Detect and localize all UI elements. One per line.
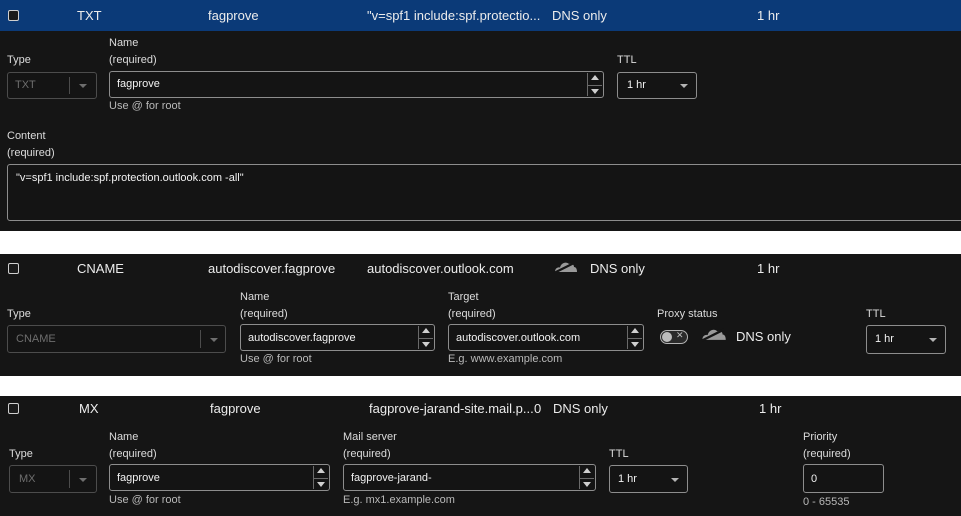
cname-row-type: CNAME xyxy=(77,261,124,276)
content-label: Content xyxy=(7,130,46,142)
type-select: TXT xyxy=(7,72,97,99)
name-label: Name xyxy=(109,431,139,443)
mx-row-checkbox[interactable] xyxy=(8,403,19,414)
mx-row-proxy: DNS only xyxy=(553,401,608,416)
proxy-status-value: DNS only xyxy=(736,329,791,344)
cname-row-proxy: DNS only xyxy=(590,261,645,276)
cname-row-name: autodiscover.fagprove xyxy=(208,261,336,276)
chevron-down-icon xyxy=(210,338,218,342)
toggle-icon xyxy=(662,332,672,342)
mx-record-panel: MX fagprove fagprove-jarand-site.mail.p.… xyxy=(0,396,961,516)
name-label: Name xyxy=(109,37,139,49)
mx-row-content: fagprove-jarand-site.mail.p... xyxy=(369,401,534,416)
priority-label: Priority xyxy=(803,431,838,443)
mx-row-ttl: 1 hr xyxy=(759,401,782,416)
chevron-down-icon xyxy=(929,338,937,342)
type-value: CNAME xyxy=(16,333,56,345)
ttl-value: 1 hr xyxy=(618,473,637,485)
priority-input[interactable]: 0 xyxy=(803,464,884,493)
spinner-icon[interactable] xyxy=(627,326,642,349)
mx-row-priority: 0 xyxy=(534,401,542,416)
mail-server-hint: E.g. mx1.example.com xyxy=(343,494,455,506)
txt-row-content: "v=spf1 include:spf.protectio... xyxy=(367,8,541,23)
ttl-label: TTL xyxy=(617,54,637,66)
type-label: Type xyxy=(7,308,31,320)
ttl-label: TTL xyxy=(866,308,886,320)
chevron-down-icon xyxy=(671,478,679,482)
name-value: autodiscover.fagprove xyxy=(248,332,356,344)
txt-record-panel: TXT fagprove "v=spf1 include:spf.protect… xyxy=(0,0,961,231)
txt-record-row[interactable]: TXT fagprove "v=spf1 include:spf.protect… xyxy=(0,0,961,31)
cname-record-panel: CNAME autodiscover.fagprove autodiscover… xyxy=(0,254,961,376)
chevron-down-icon xyxy=(79,478,87,482)
txt-row-proxy: DNS only xyxy=(552,8,607,23)
cloud-icon xyxy=(553,261,577,274)
ttl-select[interactable]: 1 hr xyxy=(866,325,946,354)
cloud-icon xyxy=(700,328,726,342)
target-hint: E.g. www.example.com xyxy=(448,353,563,365)
mail-server-label: Mail server xyxy=(343,431,397,443)
txt-row-ttl: 1 hr xyxy=(757,8,780,23)
priority-required: (required) xyxy=(803,448,851,460)
target-value: autodiscover.outlook.com xyxy=(456,332,581,344)
mx-row-type: MX xyxy=(79,401,99,416)
type-value: TXT xyxy=(15,79,36,91)
name-hint: Use @ for root xyxy=(109,494,181,506)
content-textarea[interactable]: "v=spf1 include:spf.protection.outlook.c… xyxy=(7,164,961,221)
spinner-icon[interactable] xyxy=(587,73,602,96)
cname-row-ttl: 1 hr xyxy=(757,261,780,276)
type-select: CNAME xyxy=(7,325,226,353)
ttl-value: 1 hr xyxy=(627,79,646,91)
type-value: MX xyxy=(19,473,36,485)
name-input[interactable]: fagprove xyxy=(109,71,604,98)
name-label: Name xyxy=(240,291,270,303)
name-required: (required) xyxy=(240,308,288,320)
name-input[interactable]: autodiscover.fagprove xyxy=(240,324,435,351)
priority-value: 0 xyxy=(811,473,818,485)
mail-server-required: (required) xyxy=(343,448,391,460)
type-select: MX xyxy=(9,465,97,493)
type-label: Type xyxy=(7,54,31,66)
mail-server-value: fagprove-jarand- xyxy=(351,472,432,484)
chevron-down-icon xyxy=(79,84,87,88)
priority-hint: 0 - 65535 xyxy=(803,496,850,508)
txt-row-checkbox[interactable] xyxy=(8,10,19,21)
ttl-select[interactable]: 1 hr xyxy=(609,465,688,493)
name-hint: Use @ for root xyxy=(109,100,181,112)
target-required: (required) xyxy=(448,308,496,320)
ttl-select[interactable]: 1 hr xyxy=(617,72,697,99)
cname-row-content: autodiscover.outlook.com xyxy=(367,261,514,276)
txt-row-name: fagprove xyxy=(208,8,259,23)
txt-row-type: TXT xyxy=(77,8,102,23)
name-required: (required) xyxy=(109,54,157,66)
ttl-value: 1 hr xyxy=(875,333,894,345)
name-value: fagprove xyxy=(117,78,160,90)
name-input[interactable]: fagprove xyxy=(109,464,330,491)
chevron-down-icon xyxy=(680,84,688,88)
target-input[interactable]: autodiscover.outlook.com xyxy=(448,324,644,351)
spinner-icon[interactable] xyxy=(579,466,594,489)
spinner-icon[interactable] xyxy=(418,326,433,349)
ttl-label: TTL xyxy=(609,448,629,460)
content-value: "v=spf1 include:spf.protection.outlook.c… xyxy=(16,172,244,184)
name-hint: Use @ for root xyxy=(240,353,312,365)
type-label: Type xyxy=(9,448,33,460)
mx-row-name: fagprove xyxy=(210,401,261,416)
content-required: (required) xyxy=(7,147,55,159)
cname-record-row[interactable]: CNAME autodiscover.fagprove autodiscover… xyxy=(0,254,961,284)
target-label: Target xyxy=(448,291,479,303)
cname-row-checkbox[interactable] xyxy=(8,263,19,274)
name-required: (required) xyxy=(109,448,157,460)
spinner-icon[interactable] xyxy=(313,466,328,489)
name-value: fagprove xyxy=(117,472,160,484)
mx-record-row[interactable]: MX fagprove fagprove-jarand-site.mail.p.… xyxy=(0,396,961,424)
mail-server-input[interactable]: fagprove-jarand- xyxy=(343,464,596,491)
proxy-status-label: Proxy status xyxy=(657,308,718,320)
proxy-toggle[interactable]: ✕ xyxy=(660,330,688,344)
